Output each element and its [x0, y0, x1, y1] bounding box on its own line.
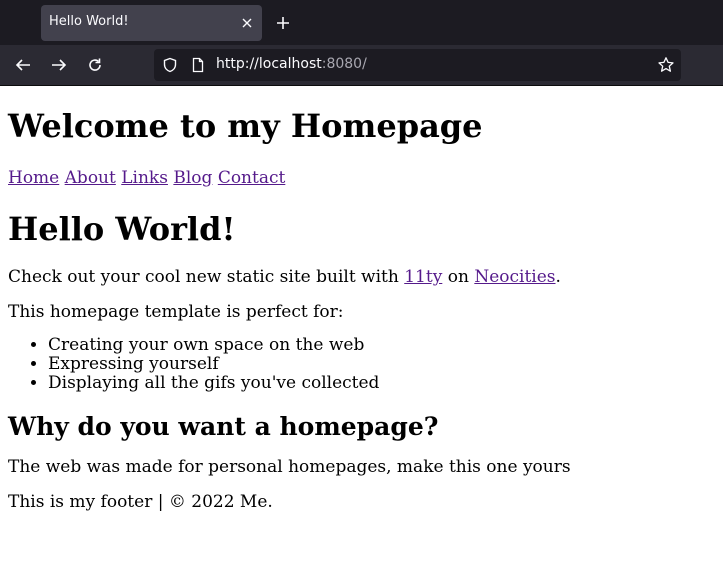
browser-tab[interactable]: Hello World! — [41, 5, 262, 41]
nav-link-blog[interactable]: Blog — [173, 168, 212, 188]
intro-paragraph: Check out your cool new static site buil… — [8, 266, 715, 288]
site-navigation: Home About Links Blog Contact — [8, 167, 715, 189]
subheading: Why do you want a homepage? — [8, 412, 439, 441]
navigation-toolbar: http://localhost:8080/ — [0, 45, 723, 86]
page-content: Welcome to my Homepage Home About Links … — [0, 86, 723, 581]
list-item: Displaying all the gifs you've collected — [48, 374, 715, 393]
url-host: http://localhost — [216, 56, 322, 72]
plus-icon[interactable] — [273, 13, 293, 33]
body-paragraph: The web was made for personal homepages,… — [8, 457, 571, 477]
arrow-right-icon[interactable] — [48, 54, 70, 76]
intro-text-middle: on — [442, 267, 475, 287]
star-icon[interactable] — [657, 56, 675, 74]
reload-icon[interactable] — [84, 54, 106, 76]
page-heading: Hello World! — [8, 210, 236, 248]
intro-text-before: Check out your cool new static site buil… — [8, 267, 405, 287]
nav-link-home[interactable]: Home — [8, 168, 59, 188]
address-bar[interactable]: http://localhost:8080/ — [154, 49, 681, 81]
page-footer: This is my footer | © 2022 Me. — [8, 492, 273, 512]
tab-title: Hello World! — [49, 14, 129, 29]
perfect-for-paragraph: This homepage template is perfect for: — [8, 302, 344, 322]
link-neocities[interactable]: Neocities — [474, 267, 555, 287]
nav-link-links[interactable]: Links — [121, 168, 168, 188]
list-item: Creating your own space on the web — [48, 336, 715, 355]
feature-list: Creating your own space on the web Expre… — [8, 336, 715, 393]
list-item: Expressing yourself — [48, 355, 715, 374]
tab-bar: Hello World! — [0, 0, 723, 45]
nav-link-about[interactable]: About — [65, 168, 116, 188]
page-icon[interactable] — [189, 56, 207, 74]
close-icon[interactable] — [238, 14, 256, 32]
site-title: Welcome to my Homepage — [8, 107, 483, 145]
url-text: http://localhost:8080/ — [216, 56, 367, 72]
arrow-left-icon[interactable] — [12, 54, 34, 76]
shield-icon[interactable] — [161, 56, 179, 74]
url-port-path: :8080/ — [321, 56, 367, 72]
intro-text-after: . — [555, 267, 561, 287]
nav-link-contact[interactable]: Contact — [218, 168, 286, 188]
link-11ty[interactable]: 11ty — [404, 267, 442, 287]
